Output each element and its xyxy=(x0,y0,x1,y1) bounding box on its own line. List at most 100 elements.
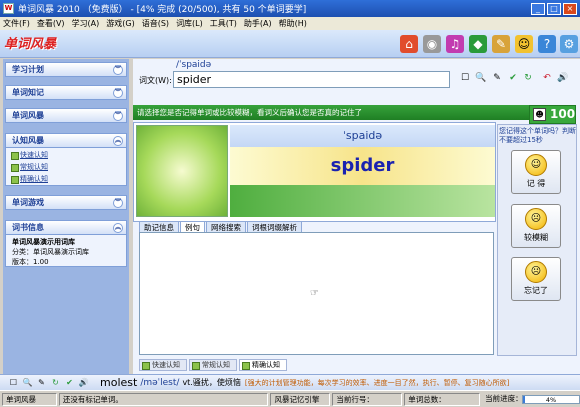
bottom-phonetic: /məˈlest/ xyxy=(140,377,180,388)
chevron-down-icon[interactable]: ︾ xyxy=(113,88,123,98)
search-icon[interactable]: 🔍 xyxy=(475,72,487,84)
chevron-down-icon[interactable]: ︾ xyxy=(113,111,123,121)
app-icon: W xyxy=(3,3,14,14)
section-cognition-storm[interactable]: 认知风暴 ︽ xyxy=(5,133,127,148)
word-image xyxy=(136,125,228,217)
minimize-button[interactable]: _ xyxy=(531,2,545,15)
menu-game[interactable]: 游戏(G) xyxy=(106,18,134,29)
menu-bar: 文件(F) 查看(V) 学习(A) 游戏(G) 语音(S) 词库(L) 工具(T… xyxy=(0,17,580,30)
person-icon[interactable]: ☺ xyxy=(515,35,533,53)
smile-icon: ☺ xyxy=(525,154,547,176)
disc-icon[interactable]: ◉ xyxy=(423,35,441,53)
title-bar: W 单词风暴 2010 （免费版） - [4% 完成 (20/500), 共有 … xyxy=(0,0,580,17)
remember-button[interactable]: ☺ 记 得 xyxy=(511,150,561,194)
card-phonetic: ˈspaidə xyxy=(230,125,495,147)
checkbox-icon[interactable]: ☐ xyxy=(459,72,471,84)
edit-icon[interactable]: ✎ xyxy=(491,72,503,84)
chevron-down-icon[interactable]: ︾ xyxy=(113,198,123,208)
status-progress-label: 当前进度： xyxy=(485,393,523,403)
menu-study[interactable]: 学习(A) xyxy=(72,18,100,29)
status-app-text: 单词风暴 xyxy=(6,394,36,404)
menu-view[interactable]: 查看(V) xyxy=(37,18,65,29)
search-icon[interactable]: 🔍 xyxy=(22,377,33,388)
status-row-text: 当前行号： xyxy=(336,394,374,404)
mode-precise[interactable]: 精确认知 xyxy=(239,359,287,371)
progress-bar: 4% xyxy=(522,394,580,404)
status-total: 单词总数： xyxy=(404,392,481,406)
check-icon[interactable]: ✔ xyxy=(507,72,519,84)
status-history-text: 还没有标记单词。 xyxy=(62,394,123,404)
status-engine: 风暴记忆引擎 xyxy=(270,392,331,406)
help-icon[interactable]: ? xyxy=(538,35,556,53)
word-field-label: 词文(W): xyxy=(139,76,172,85)
section-label: 认知风暴 xyxy=(12,136,44,145)
shield-icon[interactable]: ◆ xyxy=(469,35,487,53)
menu-file[interactable]: 文件(F) xyxy=(3,18,30,29)
undo-icon[interactable]: ↶ xyxy=(541,72,553,84)
word-phonetic: /ˈspaidə xyxy=(176,60,212,70)
section-label: 学习计划 xyxy=(12,65,44,74)
progress-text: 4% xyxy=(545,395,557,404)
section-word-game[interactable]: 单词游戏 ︾ xyxy=(5,195,127,210)
refresh-icon[interactable]: ↻ xyxy=(522,72,534,84)
check-icon[interactable]: ✔ xyxy=(64,377,75,388)
gear-icon[interactable]: ⚙ xyxy=(560,35,578,53)
book-category: 分类：单词风暴演示词库 xyxy=(12,248,89,256)
status-bar: 单词风暴 还没有标记单词。 风暴记忆引擎 当前行号： 单词总数： 当前进度： 4… xyxy=(0,390,580,407)
answer-question: 您记得这个单词吗？判断不要超过15秒 xyxy=(499,127,576,144)
sidebar-item-quick[interactable]: 快速认知 xyxy=(6,149,126,161)
edit-icon[interactable]: ✎ xyxy=(36,377,47,388)
sidebar-item-normal[interactable]: 常规认知 xyxy=(6,161,126,173)
menu-assistant[interactable]: 助手(A) xyxy=(244,18,272,29)
status-history: 还没有标记单词。 xyxy=(58,392,269,406)
refresh-icon[interactable]: ↻ xyxy=(50,377,61,388)
maximize-button[interactable]: □ xyxy=(547,2,561,15)
instruction-banner: 请选择您是否记得单词或比较模糊，看词义后确认您是否真的记住了 xyxy=(133,105,529,120)
section-label: 词书信息 xyxy=(12,223,44,232)
checkbox-icon[interactable]: ☐ xyxy=(8,377,19,388)
bottom-meaning: vt.骚扰，使烦恼 xyxy=(182,378,241,387)
menu-tools[interactable]: 工具(T) xyxy=(210,18,237,29)
mode-normal[interactable]: 常规认知 xyxy=(189,359,237,371)
cursor-icon: ☞ xyxy=(310,288,319,299)
bottom-word: molest xyxy=(100,376,138,389)
speaker-icon[interactable]: 🔊 xyxy=(557,72,569,84)
mode-quick[interactable]: 快速认知 xyxy=(139,359,187,371)
menu-library[interactable]: 词库(L) xyxy=(176,18,203,29)
confused-icon: ☹ xyxy=(525,261,547,283)
vague-button[interactable]: ☹ 较模糊 xyxy=(511,204,561,248)
section-word-storm[interactable]: 单词风暴 ︾ xyxy=(5,108,127,123)
status-total-text: 单词总数： xyxy=(408,394,446,404)
score-box: ☻ 100 xyxy=(529,105,576,124)
tools-icon[interactable]: ✎ xyxy=(492,35,510,53)
word-input[interactable]: spider xyxy=(173,71,450,88)
vague-label: 较模糊 xyxy=(524,233,548,242)
status-app: 单词风暴 xyxy=(2,392,57,406)
menu-help[interactable]: 帮助(H) xyxy=(279,18,307,29)
card-decoration xyxy=(230,185,495,217)
home-icon[interactable]: ⌂ xyxy=(400,35,418,53)
section-study-plan[interactable]: 学习计划 ︾ xyxy=(5,62,127,77)
status-engine-text: 风暴记忆引擎 xyxy=(274,394,320,404)
score-value: 100 xyxy=(550,107,576,121)
book-version: 版本：1.00 xyxy=(12,258,49,266)
left-pane: 学习计划 ︾ 单词知记 ︾ 单词风暴 ︾ 认知风暴 ︽ 快速认知 常规认知 精确认知 单… xyxy=(3,59,129,390)
window-title: 单词风暴 2010 （免费版） - [4% 完成 (20/500), 共有 50… xyxy=(18,5,307,15)
chevron-down-icon[interactable]: ︾ xyxy=(113,65,123,75)
close-button[interactable]: × xyxy=(563,2,577,15)
bottom-word-bar: ☐ 🔍 ✎ ↻ ✔ 🔊 molest /məˈlest/ vt.骚扰，使烦恼 [… xyxy=(0,374,580,390)
mode-tabs: 快速认知 常规认知 精确认知 xyxy=(139,359,289,371)
chevron-up-icon[interactable]: ︽ xyxy=(113,136,123,146)
sweat-icon: ☹ xyxy=(525,208,547,230)
section-label: 单词游戏 xyxy=(12,198,44,207)
speaker-icon[interactable]: 🔊 xyxy=(78,377,89,388)
chevron-up-icon[interactable]: ︽ xyxy=(113,223,123,233)
book-name: 单词风暴演示用词库 xyxy=(12,238,75,246)
forgot-label: 忘记了 xyxy=(524,286,548,295)
section-book-info[interactable]: 词书信息 ︽ xyxy=(5,220,127,235)
menu-speech[interactable]: 语音(S) xyxy=(142,18,169,29)
forgot-button[interactable]: ☹ 忘记了 xyxy=(511,257,561,301)
music-icon[interactable]: ♫ xyxy=(446,35,464,53)
section-word-memo[interactable]: 单词知记 ︾ xyxy=(5,85,127,100)
sidebar-item-precise[interactable]: 精确认知 xyxy=(6,173,126,185)
